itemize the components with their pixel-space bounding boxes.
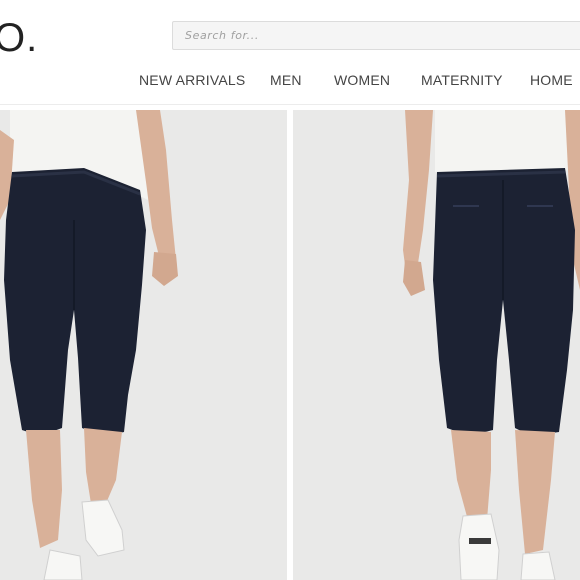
nav-item-home[interactable]: HOME — [530, 72, 573, 88]
main-nav: NEW ARRIVALS MEN WOMEN MATERNITY HOME — [0, 72, 580, 98]
nav-item-men[interactable]: MEN — [270, 72, 302, 88]
nav-item-maternity[interactable]: MATERNITY — [421, 72, 503, 88]
header-divider — [0, 104, 580, 105]
nav-item-new-arrivals[interactable]: NEW ARRIVALS — [139, 72, 245, 88]
left-sneaker — [458, 513, 500, 580]
site-header: O. NEW ARRIVALS MEN WOMEN MATERNITY HOME — [0, 0, 580, 104]
white-top — [435, 110, 569, 176]
search-input[interactable] — [172, 21, 580, 50]
product-photo-back — [293, 110, 580, 580]
brand-logo[interactable]: O. — [0, 14, 38, 62]
product-image-front[interactable] — [0, 110, 287, 580]
right-sneaker — [520, 551, 556, 580]
sneaker-heel-tab — [469, 538, 491, 544]
product-image-back[interactable] — [293, 110, 580, 580]
nav-item-women[interactable]: WOMEN — [334, 72, 390, 88]
product-photo-front — [0, 110, 287, 580]
